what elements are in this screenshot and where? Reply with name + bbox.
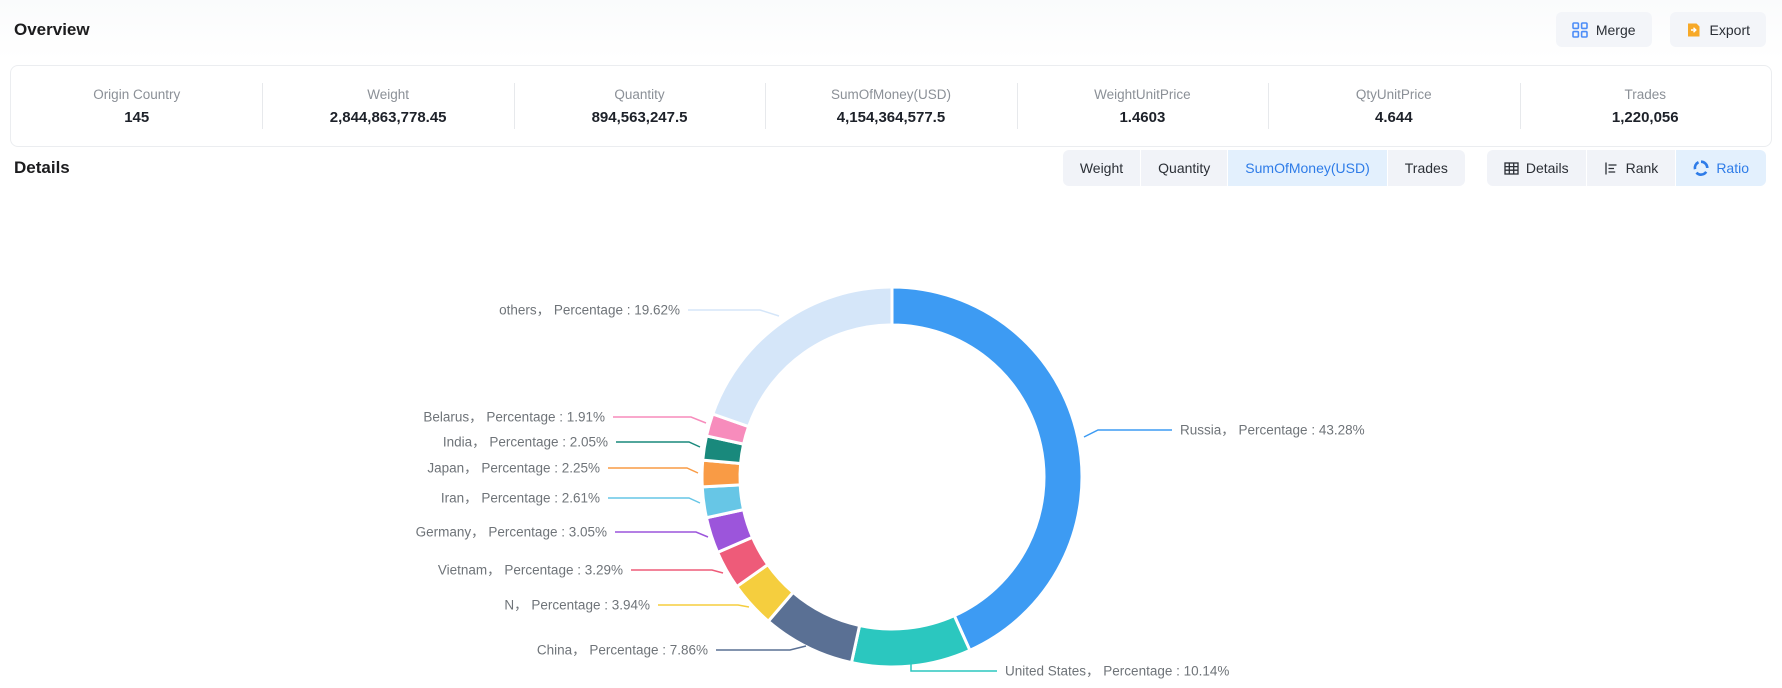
label-leader-line-iran	[608, 498, 700, 503]
segment-label-germany: Germany， Percentage : 3.05%	[416, 525, 607, 540]
donut-segment-russia[interactable]	[892, 287, 1082, 650]
label-leader-line-n	[658, 605, 749, 607]
label-leader-line-others	[688, 310, 779, 316]
segment-label-china: China， Percentage : 7.86%	[537, 643, 708, 658]
segment-label-belarus: Belarus， Percentage : 1.91%	[423, 410, 605, 425]
origin-country-ratio-donut-chart: Russia， Percentage : 43.28% United States…	[0, 0, 1782, 688]
segment-label-n: N， Percentage : 3.94%	[504, 598, 650, 613]
segment-label-united-states: United States， Percentage : 10.14%	[1005, 664, 1229, 679]
label-leader-line-germany	[615, 532, 708, 537]
label-leader-line-vietnam	[631, 570, 723, 573]
segment-label-india: India， Percentage : 2.05%	[443, 435, 608, 450]
segment-label-vietnam: Vietnam， Percentage : 3.29%	[438, 563, 623, 578]
dashboard-page: Overview Merge	[0, 0, 1782, 688]
donut-segment-others[interactable]	[713, 287, 892, 427]
label-leader-line-russia	[1084, 430, 1172, 437]
label-leader-line-china	[716, 646, 806, 650]
label-leader-line-belarus	[613, 417, 706, 423]
segment-label-iran: Iran， Percentage : 2.61%	[441, 491, 600, 506]
label-leader-line-india	[616, 442, 700, 447]
segment-label-japan: Japan， Percentage : 2.25%	[427, 461, 600, 476]
segment-label-russia: Russia， Percentage : 43.28%	[1180, 423, 1365, 438]
label-leader-line-japan	[608, 468, 698, 473]
segment-label-others: others， Percentage : 19.62%	[499, 303, 680, 318]
